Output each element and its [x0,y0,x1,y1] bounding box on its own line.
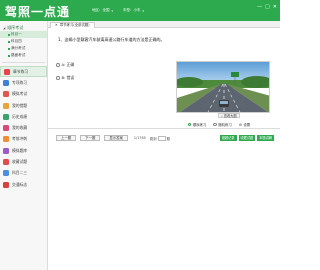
tree-item-subject-four[interactable]: 科目四 [0,38,47,45]
menu-item-label: 章节练习 [13,68,29,74]
tab-bar: ✕ 章节练习(全部试题) [48,21,280,28]
jump-suffix: 题 [166,136,171,141]
settings-button[interactable]: ⚙ 设置 [238,122,251,128]
menu-item-label: 历史成绩 [12,113,28,119]
favorite-button[interactable]: 收藏试题 [238,135,256,141]
sidebar-menu-item[interactable]: 科目二三 [0,168,47,179]
tree-item-road-exam[interactable]: 路面考试 [0,52,47,59]
radio-selected-icon [188,122,192,127]
menu-item-icon [4,68,10,75]
menu-item-icon [3,102,9,109]
minimize-icon[interactable]: — [257,4,262,10]
sidebar-menu-item[interactable]: 收藏试题 [0,156,47,167]
window-controls: — □ ✕ [257,4,277,10]
radio-icon [56,76,60,80]
top-selectors: 地区：全国 ▾ 车型：小车 ▾ [92,8,144,13]
question-image [176,61,270,113]
show-answer-button[interactable]: 显示答案 [104,135,128,141]
sidebar-menu-item[interactable]: 模拟考试 [0,89,47,100]
menu-item-icon [3,91,9,98]
sidebar-menu: 章节练习专项练习模拟考试我的错题历史成绩我的收藏考前冲刺模拟题库收藏试题科目二三… [0,66,47,190]
gear-icon: ⚙ [238,122,242,127]
close-icon[interactable]: ✕ [273,4,277,10]
menu-item-icon [3,125,9,132]
sidebar-menu-item[interactable]: 考前冲刺 [0,134,47,145]
sidebar-menu-item[interactable]: 历史成绩 [0,111,47,122]
mode-sequential[interactable]: 顺序练习 [188,122,206,127]
magnifier-icon: ⌕ [221,113,223,118]
view-large-image-label: 查看大图 [223,114,237,118]
radio-icon [56,63,60,67]
mode-random-label: 随机练习 [218,123,232,127]
option-a-label: A: 正确 [61,62,75,67]
panel-divider [48,128,280,129]
menu-item-label: 交通标志 [12,181,28,187]
menu-item-label: 科目二三 [12,170,28,176]
menu-item-label: 考前冲刺 [12,136,28,142]
mode-random[interactable]: 随机练习 [213,122,232,127]
menu-item-icon [3,79,9,86]
explain-button[interactable]: 本题讲解 [257,135,274,141]
action-buttons: 错题记录 收藏试题 本题讲解 [219,135,274,141]
menu-item-icon [3,159,9,166]
question-text: 1、这辆小型载客汽车驶离高速公路行车道的方法是正确的。 [58,37,165,42]
sidebar-divider [2,62,45,63]
exam-tree: ◢ 顺序考试 科目一 科目四 满分考试 路面考试 [0,21,47,59]
option-b-label: B: 错误 [61,75,75,80]
sidebar-menu-item[interactable]: 模拟题库 [0,145,47,156]
jump-input[interactable] [157,135,166,141]
menu-item-icon [3,147,9,154]
sidebar-menu-item[interactable]: 章节练习 [0,66,47,78]
menu-item-label: 专项练习 [12,79,28,85]
app-logo: 驾照一点通 [5,5,71,19]
tree-item-full-exam[interactable]: 满分考试 [0,45,47,52]
sidebar: ◢ 顺序考试 科目一 科目四 满分考试 路面考试 章节练习专项练习模拟考试我的错… [0,21,48,270]
title-bar: 驾照一点通 地区：全国 ▾ 车型：小车 ▾ — □ ✕ [0,0,280,21]
settings-label: 设置 [243,123,251,127]
menu-item-icon [3,170,9,177]
chevron-down-icon: ▾ [111,8,114,13]
navigation-bar: 上一题 下一题 显示答案 1/1765 跳到 题 [56,135,170,141]
question-counter: 1/1765 [133,136,146,140]
vehicle-select[interactable]: 车型：小车 ▾ [123,8,144,13]
maximize-icon[interactable]: □ [265,4,270,10]
tree-root-label: 顺序考试 [7,24,24,30]
radio-icon [213,122,217,127]
practice-mode-group: 顺序练习 随机练习 ⚙ 设置 [188,122,250,127]
menu-item-icon [3,181,9,188]
menu-item-label: 我的收藏 [12,125,28,131]
menu-item-icon [3,136,9,143]
chevron-down-icon: ▾ [142,8,145,13]
mode-sequential-label: 顺序练习 [192,123,207,127]
menu-item-label: 模拟考试 [12,91,28,97]
menu-item-label: 收藏试题 [12,159,28,165]
menu-item-icon [3,113,9,120]
sidebar-menu-item[interactable]: 专项练习 [0,77,47,88]
jump-label: 跳到 [149,136,157,141]
vehicle-label: 车型：小车 [123,8,141,12]
tree-root[interactable]: ◢ 顺序考试 [0,24,47,31]
option-a[interactable]: A: 正确 [56,62,74,68]
highway-photo [177,62,269,112]
region-label: 地区：全国 [92,8,110,12]
tree-item-subject-one[interactable]: 科目一 [0,31,47,38]
chevron-down-icon: ◢ [3,25,6,30]
jump-to: 跳到 题 [149,135,171,141]
wrong-record-button[interactable]: 错题记录 [219,135,237,141]
next-button[interactable]: 下一题 [80,135,101,141]
view-large-image-button[interactable]: ⌕ 查看大图 [218,113,240,118]
sidebar-menu-item[interactable]: 我的收藏 [0,122,47,133]
menu-item-label: 模拟题库 [12,147,28,153]
question-panel: 1、这辆小型载客汽车驶离高速公路行车道的方法是正确的。 A: 正确 B: 错误 [48,28,280,270]
sidebar-menu-item[interactable]: 我的错题 [0,100,47,111]
prev-button[interactable]: 上一题 [56,135,77,141]
sidebar-menu-item[interactable]: 交通标志 [0,179,47,190]
option-b[interactable]: B: 错误 [56,75,74,81]
region-select[interactable]: 地区：全国 ▾ [92,8,113,13]
menu-item-label: 我的错题 [12,102,28,108]
